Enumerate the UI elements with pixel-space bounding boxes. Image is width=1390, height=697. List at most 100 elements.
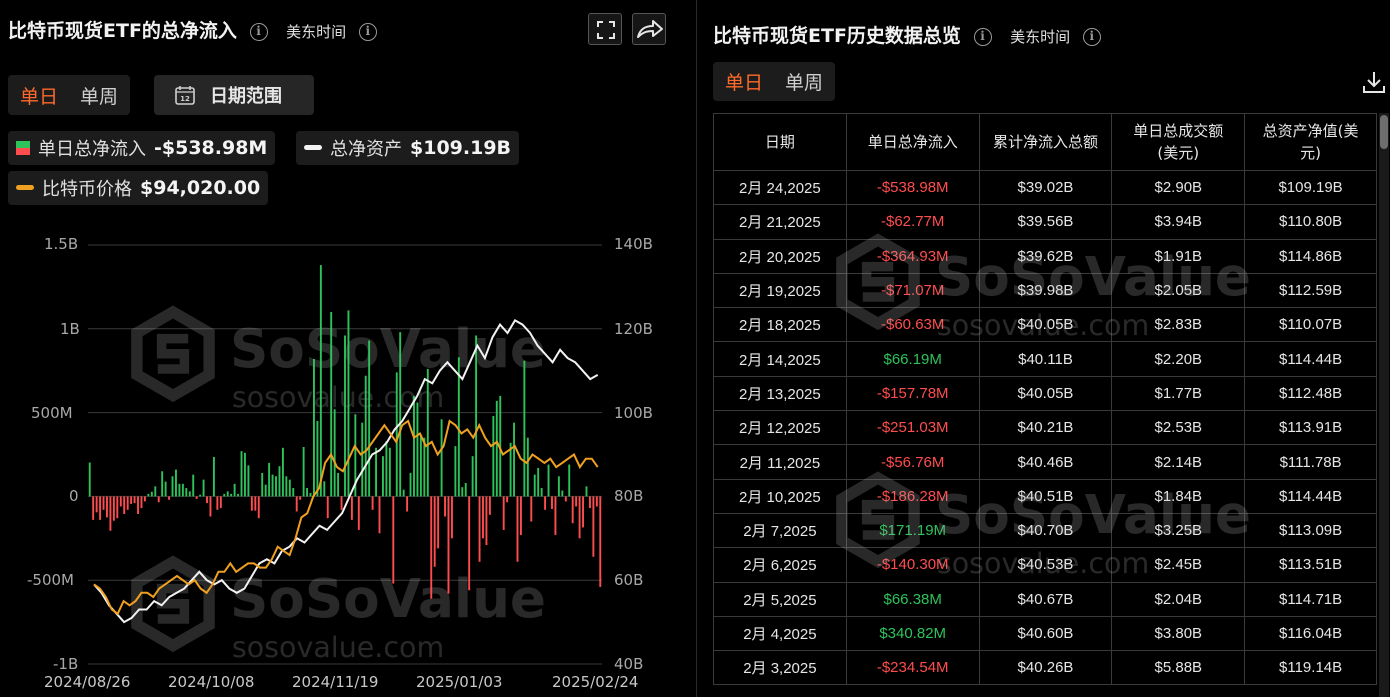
inflow-bar[interactable] <box>413 395 415 497</box>
inflow-bar[interactable] <box>513 422 515 497</box>
table-row[interactable]: 2月 4,2025 $340.82M $40.60B $3.80B $116.04B <box>713 615 1377 652</box>
inflow-bar[interactable] <box>485 496 488 545</box>
inflow-bar[interactable] <box>313 358 315 497</box>
inflow-bar[interactable] <box>195 496 198 499</box>
inflow-bar[interactable] <box>133 496 136 504</box>
inflow-bar[interactable] <box>478 496 481 562</box>
inflow-bar[interactable] <box>516 496 519 562</box>
inflow-bar[interactable] <box>292 488 295 497</box>
inflow-bar[interactable] <box>216 496 219 510</box>
inflow-bar[interactable] <box>171 476 174 497</box>
inflow-bar[interactable] <box>440 419 443 497</box>
tab-daily[interactable]: 单日 <box>725 68 763 95</box>
inflow-bar[interactable] <box>592 496 595 557</box>
inflow-bar[interactable] <box>119 496 122 507</box>
inflow-bar[interactable] <box>102 496 105 510</box>
column-header[interactable]: 累计净流入总额 <box>978 113 1113 171</box>
inflow-bar[interactable] <box>250 496 253 511</box>
scrollbar-thumb[interactable] <box>1380 115 1388 149</box>
tab-weekly[interactable]: 单周 <box>785 68 823 95</box>
inflow-bar[interactable] <box>388 447 391 497</box>
inflow-bar[interactable] <box>375 447 377 497</box>
inflow-bar[interactable] <box>247 465 250 497</box>
table-row[interactable]: 2月 19,2025 -$71.07M $39.98B $2.05B $112.59B <box>713 272 1377 309</box>
inflow-bar[interactable] <box>530 496 533 522</box>
inflow-bar[interactable] <box>275 476 277 497</box>
inflow-bar[interactable] <box>240 451 243 497</box>
column-header[interactable]: 日期 <box>713 113 847 171</box>
inflow-bar[interactable] <box>254 496 257 511</box>
inflow-bar[interactable] <box>143 496 146 502</box>
inflow-bar[interactable] <box>506 496 509 503</box>
inflow-bar[interactable] <box>426 369 429 497</box>
inflow-bar[interactable] <box>333 409 336 497</box>
inflow-bar[interactable] <box>471 456 474 497</box>
inflow-bar[interactable] <box>109 496 112 531</box>
table-row[interactable]: 2月 7,2025 $171.19M $40.70B $3.25B $113.09B <box>713 512 1377 549</box>
inflow-bar[interactable] <box>209 496 212 517</box>
table-row[interactable]: 2月 6,2025 -$140.30M $40.53B $2.45B $113.51B <box>713 547 1377 583</box>
inflow-bar[interactable] <box>364 375 367 497</box>
inflow-bar[interactable] <box>212 457 215 497</box>
table-scrollbar[interactable] <box>1379 113 1389 697</box>
inflow-bar[interactable] <box>237 493 240 497</box>
table-row[interactable]: 2月 14,2025 $66.19M $40.11B $2.20B $114.44B <box>713 341 1377 377</box>
inflow-bar[interactable] <box>309 493 312 497</box>
inflow-bar[interactable] <box>399 332 402 497</box>
table-row[interactable]: 2月 21,2025 -$62.77M $39.56B $3.94B $110.80B <box>713 204 1377 240</box>
inflow-bar[interactable] <box>181 483 184 497</box>
inflow-bar[interactable] <box>561 490 564 497</box>
inflow-bar[interactable] <box>475 335 478 497</box>
inflow-bar[interactable] <box>192 474 195 497</box>
inflow-bar[interactable] <box>88 462 91 497</box>
inflow-bar[interactable] <box>547 464 550 497</box>
column-header[interactable]: 单日总成交额 (美元) <box>1111 113 1246 171</box>
inflow-bar[interactable] <box>482 496 484 539</box>
inflow-bar[interactable] <box>126 496 129 510</box>
inflow-bar[interactable] <box>106 496 108 518</box>
inflow-bar[interactable] <box>488 496 491 515</box>
inflow-bar[interactable] <box>154 486 157 497</box>
inflow-bar[interactable] <box>444 496 446 517</box>
table-row[interactable]: 2月 18,2025 -$60.63M $40.05B $2.83B $110.07B <box>713 307 1377 343</box>
inflow-bar[interactable] <box>409 472 412 497</box>
inflow-bar[interactable] <box>295 496 298 512</box>
inflow-bar[interactable] <box>564 496 567 502</box>
inflow-bar[interactable] <box>123 496 126 514</box>
inflow-bar[interactable] <box>175 469 177 497</box>
inflow-bar[interactable] <box>568 464 571 497</box>
inflow-bar[interactable] <box>340 496 343 510</box>
inflow-bar[interactable] <box>519 496 522 535</box>
table-row[interactable]: 2月 12,2025 -$251.03M $40.21B $2.53B $113.91B <box>713 410 1377 446</box>
inflow-bar[interactable] <box>582 496 584 528</box>
table-row[interactable]: 2月 3,2025 -$234.54M $40.26B $5.88B $119.14B <box>713 650 1377 686</box>
inflow-bar[interactable] <box>116 496 119 519</box>
inflow-bar[interactable] <box>378 496 381 534</box>
inflow-bar[interactable] <box>578 496 581 539</box>
inflow-bar[interactable] <box>230 493 233 497</box>
inflow-bar[interactable] <box>509 442 512 497</box>
inflow-bar[interactable] <box>588 496 591 509</box>
inflow-bar[interactable] <box>112 496 115 521</box>
inflow-bar[interactable] <box>450 496 453 539</box>
inflow-bar[interactable] <box>585 486 588 497</box>
column-header[interactable]: 总资产净值(美 元) <box>1244 113 1377 171</box>
inflow-bar[interactable] <box>330 312 333 497</box>
column-header[interactable]: 单日总净流入 <box>845 113 980 171</box>
inflow-bar[interactable] <box>157 496 160 503</box>
inflow-bar[interactable] <box>130 496 133 504</box>
inflow-bar[interactable] <box>419 434 422 497</box>
net-inflow-chart[interactable]: SoSoValuesosovalue.comSoSoValuesosovalue… <box>0 0 668 697</box>
inflow-bar[interactable] <box>361 422 364 497</box>
inflow-bar[interactable] <box>95 496 98 513</box>
inflow-bar[interactable] <box>206 496 208 504</box>
inflow-bar[interactable] <box>533 474 536 497</box>
inflow-bar[interactable] <box>268 462 271 497</box>
inflow-bar[interactable] <box>461 487 464 497</box>
inflow-bar[interactable] <box>599 496 602 587</box>
inflow-bar[interactable] <box>257 496 260 519</box>
inflow-bar[interactable] <box>557 476 560 497</box>
inflow-bar[interactable] <box>554 496 557 535</box>
table-row[interactable]: 2月 11,2025 -$56.76M $40.46B $2.14B $111.78B <box>713 444 1377 480</box>
inflow-bar[interactable] <box>537 467 540 497</box>
